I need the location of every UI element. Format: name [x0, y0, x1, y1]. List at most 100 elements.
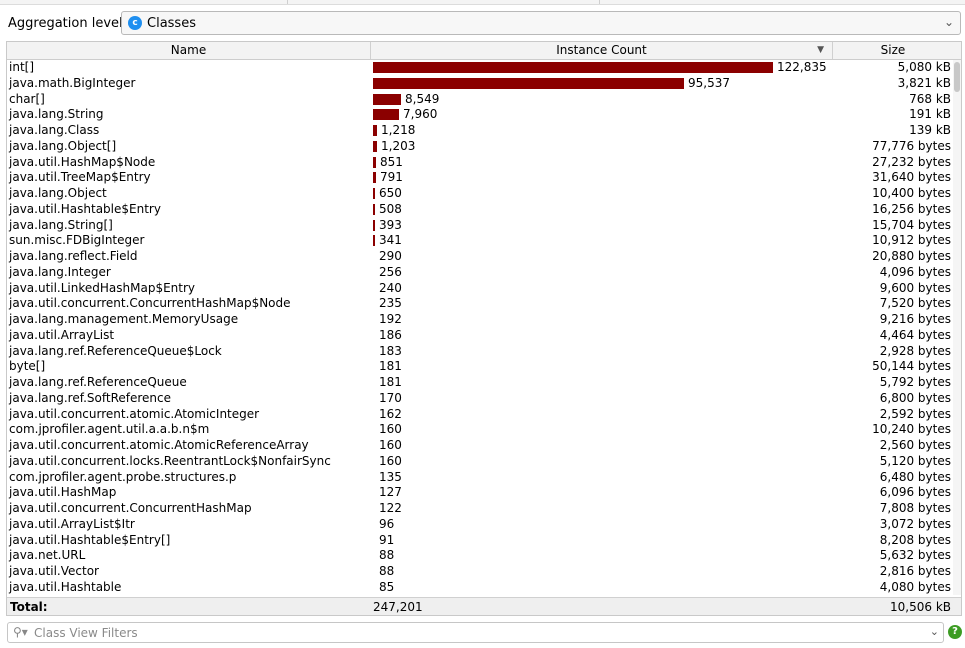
table-row[interactable]: java.util.ArrayList$Itr 96 3,072 bytes	[7, 517, 953, 533]
table-row[interactable]: java.math.BigInteger 95,537 3,821 kB	[7, 76, 953, 92]
table-row[interactable]: java.util.HashMap 127 6,096 bytes	[7, 485, 953, 501]
size-cell: 9,600 bytes	[879, 280, 951, 295]
table-body[interactable]: int[] 122,835 5,080 kB java.math.BigInteger…	[7, 60, 953, 595]
instance-count-cell: 1,218	[381, 123, 416, 137]
table-row[interactable]: java.lang.Class 1,218 139 kB	[7, 123, 953, 139]
instance-count-bar	[373, 93, 401, 105]
size-cell: 77,776 bytes	[872, 138, 951, 153]
search-icon[interactable]: ⚲▾	[13, 625, 28, 639]
column-header-name-label: Name	[170, 43, 207, 57]
size-cell: 3,072 bytes	[879, 516, 951, 531]
table-row[interactable]: java.lang.ref.SoftReference 170 6,800 byte…	[7, 391, 953, 407]
instance-count-cell: 88	[379, 564, 395, 578]
top-tab-strip	[0, 0, 965, 5]
table-row[interactable]: java.net.URL 88 5,632 bytes	[7, 548, 953, 564]
table-row[interactable]: java.util.concurrent.locks.ReentrantLock…	[7, 454, 953, 470]
table-row[interactable]: java.util.LinkedHashMap$Entry 240 9,600 by…	[7, 281, 953, 297]
size-cell: 4,080 bytes	[879, 579, 951, 594]
table-row[interactable]: java.util.Hashtable 85 4,080 bytes	[7, 580, 953, 595]
table-row[interactable]: java.util.Vector 88 2,816 bytes	[7, 564, 953, 580]
table-row[interactable]: java.util.concurrent.atomic.AtomicRefere…	[7, 438, 953, 454]
size-cell: 5,792 bytes	[879, 375, 951, 389]
class-name-cell: java.lang.reflect.Field	[9, 249, 138, 263]
table-row[interactable]: com.jprofiler.agent.util.a.a.b.n$m 160 10,…	[7, 422, 953, 438]
table-row[interactable]: java.lang.ref.ReferenceQueue$Lock 183 2,92…	[7, 344, 953, 360]
column-header-size-label: Size	[880, 43, 906, 57]
size-cell: 4,464 bytes	[879, 327, 951, 342]
table-row[interactable]: java.lang.reflect.Field 290 20,880 bytes	[7, 249, 953, 265]
size-cell: 8,208 bytes	[879, 532, 951, 547]
table-row[interactable]: java.lang.Integer 256 4,096 bytes	[7, 265, 953, 281]
table-row[interactable]: com.jprofiler.agent.probe.structures.p 13…	[7, 470, 953, 486]
table-row[interactable]: java.util.ArrayList 186 4,464 bytes	[7, 328, 953, 344]
class-name-cell: java.lang.Class	[9, 123, 100, 137]
class-name-cell: java.util.Hashtable$Entry[]	[9, 532, 171, 547]
column-header-instance-count-label: Instance Count	[556, 43, 647, 57]
instance-count-cell: 235	[379, 296, 402, 311]
class-name-cell: java.util.HashMap	[9, 485, 117, 500]
table-row[interactable]: java.util.TreeMap$Entry 791 31,640 bytes	[7, 170, 953, 186]
class-name-cell: com.jprofiler.agent.util.a.a.b.n$m	[9, 422, 210, 437]
table-row[interactable]: java.lang.String 7,960 191 kB	[7, 107, 953, 123]
column-header-instance-count[interactable]: Instance Count ▼	[371, 42, 833, 59]
class-name-cell: java.util.concurrent.atomic.AtomicRefere…	[9, 438, 309, 452]
class-table: Name Instance Count ▼ Size int[] 122,835 5,…	[6, 41, 962, 616]
aggregation-level-value: Classes	[147, 16, 196, 31]
chevron-down-icon[interactable]: ⌄	[944, 15, 954, 29]
table-row[interactable]: java.util.concurrent.ConcurrentHashMap 12…	[7, 501, 953, 517]
vertical-scrollbar[interactable]	[953, 60, 961, 595]
instance-count-cell: 8,549	[405, 91, 440, 106]
table-row[interactable]: java.util.concurrent.atomic.AtomicIntege…	[7, 407, 953, 423]
table-row[interactable]: sun.misc.FDBigInteger 341 10,912 bytes	[7, 233, 953, 249]
instance-count-cell: 508	[379, 201, 402, 216]
instance-count-cell: 791	[380, 170, 403, 185]
size-cell: 139 kB	[909, 123, 951, 137]
filter-placeholder: Class View Filters	[34, 626, 138, 640]
chevron-down-icon[interactable]: ⌄	[930, 625, 939, 638]
class-name-cell: java.util.TreeMap$Entry	[9, 170, 151, 185]
instance-count-cell: 186	[379, 327, 402, 342]
column-header-size[interactable]: Size	[833, 42, 953, 59]
class-name-cell: java.util.HashMap$Node	[9, 154, 156, 169]
class-name-cell: java.util.Hashtable$Entry	[9, 201, 161, 216]
scrollbar-thumb[interactable]	[954, 62, 960, 92]
table-row[interactable]: char[] 8,549 768 kB	[7, 92, 953, 108]
class-view-filter-field[interactable]: ⚲▾ Class View Filters ⌄	[7, 622, 944, 643]
table-row[interactable]: java.lang.management.MemoryUsage 192 9,216…	[7, 312, 953, 328]
size-cell: 10,400 bytes	[872, 186, 951, 200]
size-cell: 768 kB	[909, 91, 951, 106]
size-cell: 31,640 bytes	[872, 170, 951, 185]
table-row[interactable]: java.lang.Object 650 10,400 bytes	[7, 186, 953, 202]
table-row[interactable]: java.util.Hashtable$Entry[] 91 8,208 bytes	[7, 533, 953, 549]
size-cell: 2,816 bytes	[879, 564, 951, 578]
table-row[interactable]: java.lang.String[] 393 15,704 bytes	[7, 218, 953, 234]
class-name-cell: char[]	[9, 91, 45, 106]
table-row[interactable]: java.util.concurrent.ConcurrentHashMap$N…	[7, 296, 953, 312]
table-row[interactable]: java.lang.Object[] 1,203 77,776 bytes	[7, 139, 953, 155]
table-row[interactable]: java.util.HashMap$Node 851 27,232 bytes	[7, 155, 953, 171]
aggregation-level-row: Aggregation level: c Classes ⌄	[0, 11, 965, 37]
instance-count-cell: 122	[379, 501, 402, 515]
instance-count-bar	[373, 62, 773, 73]
class-name-cell: java.lang.ref.ReferenceQueue$Lock	[9, 343, 222, 358]
size-cell: 50,144 bytes	[872, 359, 951, 374]
table-row[interactable]: java.lang.ref.ReferenceQueue 181 5,792 byt…	[7, 375, 953, 391]
table-row[interactable]: int[] 122,835 5,080 kB	[7, 60, 953, 76]
class-name-cell: byte[]	[9, 359, 46, 374]
instance-count-cell: 122,835	[777, 60, 827, 74]
size-cell: 16,256 bytes	[872, 201, 951, 216]
size-cell: 10,240 bytes	[872, 422, 951, 437]
table-row[interactable]: java.util.Hashtable$Entry 508 16,256 bytes	[7, 202, 953, 218]
instance-count-cell: 192	[379, 312, 402, 326]
table-row[interactable]: byte[] 181 50,144 bytes	[7, 359, 953, 375]
instance-count-bar	[373, 156, 376, 168]
sort-descending-icon: ▼	[817, 45, 824, 55]
size-cell: 6,096 bytes	[879, 485, 951, 500]
total-label: Total:	[10, 600, 48, 614]
aggregation-level-dropdown[interactable]: c Classes ⌄	[121, 11, 961, 35]
instance-count-bar	[373, 172, 376, 184]
instance-count-bar	[373, 77, 684, 89]
column-header-name[interactable]: Name	[7, 42, 371, 59]
instance-count-bar	[373, 235, 375, 247]
help-icon[interactable]: ?	[948, 625, 962, 639]
